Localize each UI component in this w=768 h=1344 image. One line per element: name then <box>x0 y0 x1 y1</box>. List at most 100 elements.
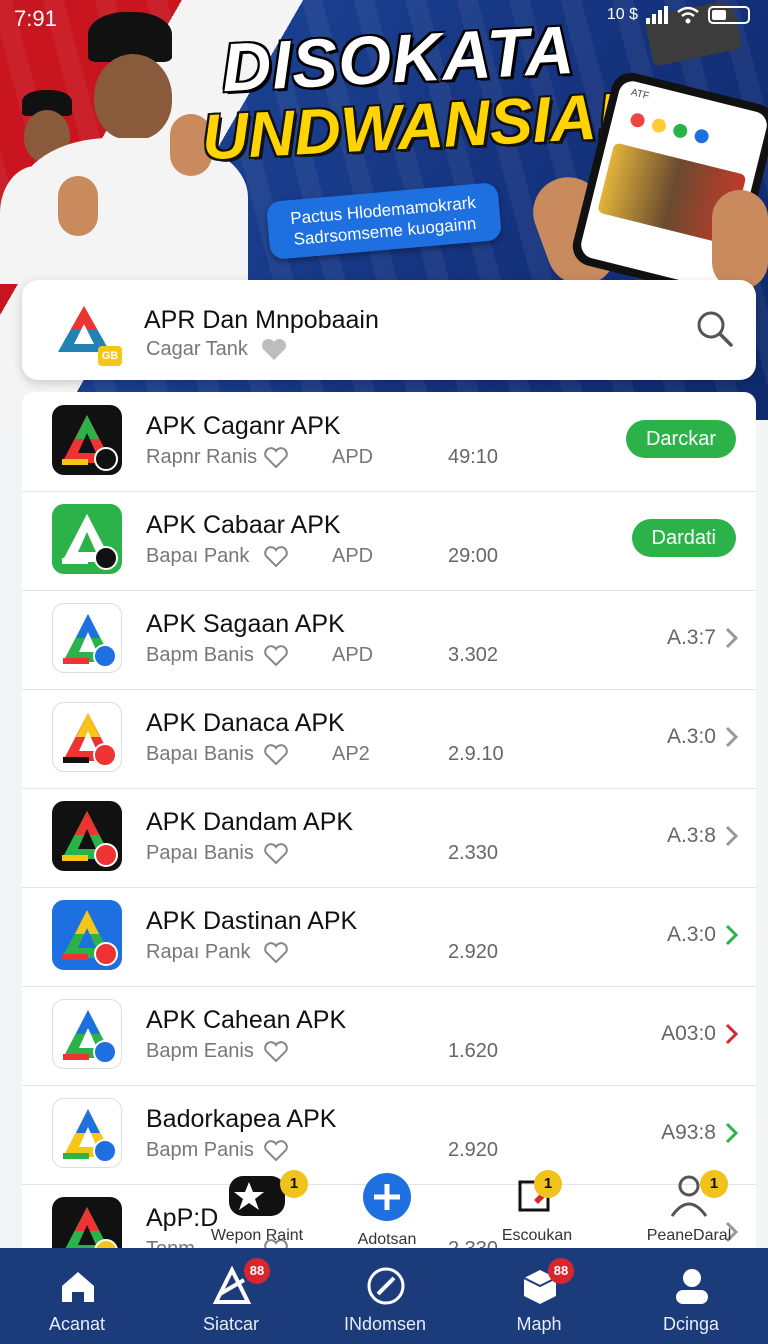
quick-action-label: Wepon Raint <box>210 1227 304 1244</box>
compass-icon <box>367 1267 405 1305</box>
app-list-row[interactable]: APK Cahean APK Bapm Eanis 1.620 A03:0 <box>22 986 756 1086</box>
chevron-right-icon[interactable] <box>724 923 740 947</box>
app-badge-icon <box>93 1040 117 1064</box>
nav-badge: 88 <box>548 1258 574 1284</box>
app-version-link[interactable]: A.3:0 <box>667 923 716 947</box>
heart-icon[interactable] <box>262 743 290 767</box>
app-subtitle: Bapaı Pank <box>146 545 250 567</box>
battery-icon <box>708 6 750 24</box>
app-icon <box>52 405 122 475</box>
network-label: 10 $ <box>606 6 638 23</box>
app-tag: APD <box>332 545 374 567</box>
chevron-right-icon[interactable] <box>724 1022 740 1046</box>
quick-action-badge: 1 <box>534 1170 562 1198</box>
app-title: APK Sagaan APK <box>146 610 345 638</box>
quick-action-adotsan[interactable]: Adotsan <box>342 1172 432 1249</box>
app-subtitle: Rapaı Pank <box>146 941 251 963</box>
heart-icon[interactable] <box>260 338 288 362</box>
app-header-card[interactable]: GB APR Dan Mnpobaain Cagar Tank <box>22 280 756 380</box>
nav-label: Dcinga <box>662 1314 720 1334</box>
app-title: APK Cabaar APK <box>146 511 341 539</box>
quick-action-label: Adotsan <box>357 1231 417 1248</box>
app-badge-icon <box>93 644 117 668</box>
heart-icon[interactable] <box>262 941 290 965</box>
header-subtitle: Cagar Tank <box>146 338 248 360</box>
nav-item-indomsen[interactable]: INdomsen <box>308 1248 462 1344</box>
app-title: APK Dandam APK <box>146 808 354 836</box>
app-number: 2.920 <box>448 1139 499 1161</box>
app-version-link[interactable]: A.3:8 <box>667 824 716 848</box>
nav-item-siatcar[interactable]: 88 Siatcar <box>154 1248 308 1344</box>
bottom-navigation: Acanat 88 Siatcar INdomsen 88 Maph Dcing… <box>0 1248 768 1344</box>
app-title: APK Danaca APK <box>146 709 345 737</box>
search-icon[interactable] <box>694 308 734 348</box>
chevron-right-icon[interactable] <box>724 725 740 749</box>
header-title: APR Dan Mnpobaain <box>144 306 379 334</box>
app-list-row[interactable]: APK Dandam APK Papaı Banis 2.330 A.3:8 <box>22 788 756 888</box>
app-version-link[interactable]: A.3:0 <box>667 725 716 749</box>
quick-action-label: PeaneDaral <box>646 1227 732 1244</box>
app-icon <box>52 504 122 574</box>
chevron-right-icon[interactable] <box>724 1121 740 1145</box>
heart-icon[interactable] <box>262 545 290 569</box>
heart-icon[interactable] <box>262 1040 290 1064</box>
quick-action-escoukan[interactable]: 1 Escoukan <box>492 1170 582 1245</box>
home-icon <box>62 1272 94 1302</box>
app-badge-icon <box>94 942 118 966</box>
app-subtitle: Bapm Eanis <box>146 1040 254 1062</box>
download-button[interactable]: Dardati <box>631 519 736 557</box>
app-list-row[interactable]: APK Caganr APK Rapnr Ranis APD 49:10 Darckar <box>22 392 756 492</box>
app-list-row[interactable]: APK Cabaar APK Bapaı Pank APD 29:00 Dardati <box>22 491 756 591</box>
app-tag: APD <box>332 446 374 468</box>
nav-item-acanat[interactable]: Acanat <box>0 1248 154 1344</box>
app-list-row[interactable]: APK Danaca APK Bapaı Banis AP2 2.9.10 A.3:0 <box>22 689 756 789</box>
app-tag: APD <box>332 644 374 666</box>
app-version-link[interactable]: A03:0 <box>661 1022 716 1046</box>
app-badge-icon <box>93 1139 117 1163</box>
status-time: 7:91 <box>14 6 57 31</box>
app-number: 2.330 <box>448 842 499 864</box>
app-icon <box>52 999 122 1069</box>
chevron-right-icon[interactable] <box>724 824 740 848</box>
quick-action-badge: 1 <box>280 1170 308 1198</box>
app-list-row[interactable]: Badorkapea APK Bapm Panis 2.920 A93:8 <box>22 1085 756 1185</box>
download-button[interactable]: Darckar <box>625 420 736 458</box>
app-badge-icon <box>93 743 117 767</box>
app-title: Badorkapea APK <box>146 1105 337 1133</box>
quick-action-wepon-raint[interactable]: 1 Wepon Raint <box>202 1170 312 1245</box>
app-list-row[interactable]: APK Dastinan APK Rapaı Pank 2.920 A.3:0 <box>22 887 756 987</box>
app-icon <box>52 603 122 673</box>
nav-item-maph[interactable]: 88 Maph <box>462 1248 616 1344</box>
quick-action-label: Escoukan <box>501 1227 573 1244</box>
heart-icon[interactable] <box>262 446 290 470</box>
app-version-link[interactable]: A.3:7 <box>667 626 716 650</box>
app-title: APK Caganr APK <box>146 412 341 440</box>
app-tag: AP2 <box>332 743 370 765</box>
quick-actions-bar: 1 Wepon Raint Adotsan 1 Escoukan 1 Peane… <box>22 1170 756 1250</box>
app-list-row[interactable]: APK Sagaan APK Bapm Banis APD 3.302 A.3:7 <box>22 590 756 690</box>
app-number: 2.9.10 <box>448 743 504 765</box>
plus-icon <box>363 1173 411 1221</box>
app-title: APK Dastinan APK <box>146 907 358 935</box>
heart-icon[interactable] <box>262 1139 290 1163</box>
app-subtitle: Bapm Banis <box>146 644 254 666</box>
heart-icon[interactable] <box>262 644 290 668</box>
nav-badge: 88 <box>244 1258 270 1284</box>
quick-action-peanedaral[interactable]: 1 PeaneDaral <box>634 1170 744 1245</box>
nav-label: Siatcar <box>202 1314 260 1334</box>
app-badge-icon <box>94 546 118 570</box>
status-bar: 7:91 10 $ <box>0 0 768 36</box>
app-version-link[interactable]: A93:8 <box>661 1121 716 1145</box>
app-number: 49:10 <box>448 446 499 468</box>
star-icon <box>229 1176 285 1216</box>
app-subtitle: Bapaı Banis <box>146 743 254 765</box>
nav-label: Maph <box>516 1314 562 1334</box>
app-icon <box>52 702 122 772</box>
app-number: 2.920 <box>448 941 499 963</box>
nav-item-dcinga[interactable]: Dcinga <box>614 1248 768 1344</box>
heart-icon[interactable] <box>262 842 290 866</box>
app-icon <box>52 900 122 970</box>
logo-badge: GB <box>98 346 122 366</box>
chevron-right-icon[interactable] <box>724 626 740 650</box>
user-icon <box>676 1269 708 1304</box>
